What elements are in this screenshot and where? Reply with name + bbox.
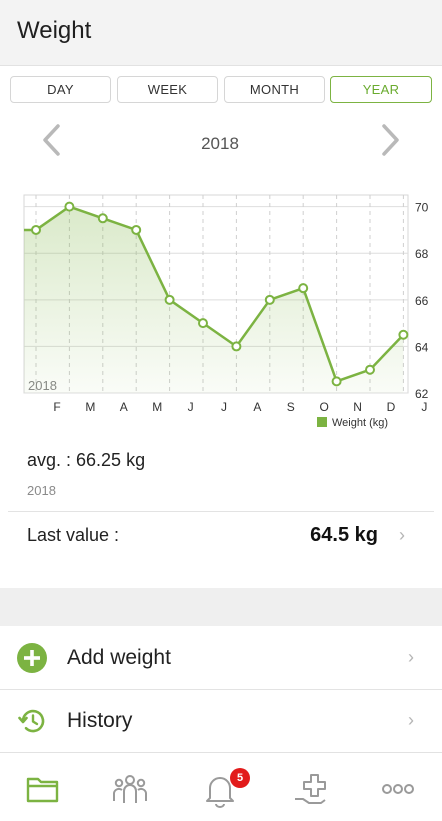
- add-weight-label: Add weight: [67, 646, 171, 669]
- chevron-right-icon[interactable]: [376, 120, 404, 160]
- tab-year[interactable]: YEAR: [330, 76, 432, 103]
- chevron-right-icon: ›: [408, 647, 414, 667]
- data-point: [398, 329, 409, 340]
- chevron-right-icon: ›: [399, 525, 405, 545]
- history-label: History: [67, 709, 133, 732]
- medical-cross-icon[interactable]: [291, 769, 331, 809]
- data-point: [97, 213, 108, 224]
- average-period: 2018: [27, 483, 56, 498]
- x-tick-label: A: [120, 400, 128, 414]
- people-icon[interactable]: [110, 769, 150, 809]
- history-row[interactable]: History ›: [0, 690, 442, 752]
- x-tick-label: J: [188, 400, 194, 414]
- page-title: Weight: [17, 17, 92, 44]
- data-point: [198, 318, 208, 329]
- y-tick-label: 64: [415, 340, 429, 354]
- average-weight: avg. : 66.25 kg: [27, 450, 146, 470]
- data-point: [64, 201, 75, 212]
- data-point: [131, 224, 142, 235]
- tab-month[interactable]: MONTH: [224, 76, 325, 103]
- x-tick-label: S: [287, 400, 295, 414]
- y-tick-label: 68: [415, 247, 429, 261]
- last-value: 64.5 kg: [310, 524, 378, 546]
- history-icon: [16, 705, 48, 737]
- weight-chart[interactable]: 62646668702018FMAMJJASONDJWeight (kg): [0, 185, 442, 435]
- last-value-row[interactable]: Last value : 64.5 kg ›: [0, 512, 442, 560]
- add-circle-icon: [16, 642, 48, 674]
- legend-label: Weight (kg): [332, 417, 388, 429]
- x-tick-label: O: [320, 400, 329, 414]
- x-tick-label: J: [421, 400, 427, 414]
- section-separator: [0, 588, 442, 626]
- tab-day[interactable]: DAY: [10, 76, 111, 103]
- data-point: [264, 294, 275, 305]
- more-icon[interactable]: [378, 769, 418, 809]
- chevron-right-icon: ›: [408, 710, 414, 730]
- data-point: [331, 376, 342, 387]
- x-tick-label: F: [53, 400, 60, 414]
- bottom-navigation: 5: [0, 752, 442, 821]
- x-tick-label: A: [253, 400, 261, 414]
- folder-icon[interactable]: [23, 769, 63, 809]
- tab-week[interactable]: WEEK: [117, 76, 218, 103]
- x-tick-label: D: [387, 400, 396, 414]
- notification-badge: 5: [230, 768, 250, 788]
- data-point: [298, 283, 309, 294]
- y-tick-label: 62: [415, 387, 429, 401]
- y-tick-label: 66: [415, 294, 429, 308]
- x-tick-label: M: [152, 400, 162, 414]
- data-point: [365, 364, 375, 375]
- period-label: 2018: [201, 134, 239, 153]
- y-tick-label: 70: [415, 201, 429, 215]
- x-tick-label: N: [353, 400, 362, 414]
- period-tabs: DAY WEEK MONTH YEAR: [10, 76, 432, 103]
- data-point: [231, 341, 242, 352]
- app-header: Weight: [0, 0, 442, 66]
- data-point: [31, 224, 41, 235]
- data-point: [164, 294, 175, 305]
- x-tick-label: M: [85, 400, 95, 414]
- x-tick-label: J: [221, 400, 227, 414]
- chevron-left-icon[interactable]: [38, 120, 66, 160]
- last-value-label: Last value :: [27, 525, 120, 545]
- add-weight-row[interactable]: Add weight ›: [0, 627, 442, 689]
- legend-swatch: [317, 417, 327, 427]
